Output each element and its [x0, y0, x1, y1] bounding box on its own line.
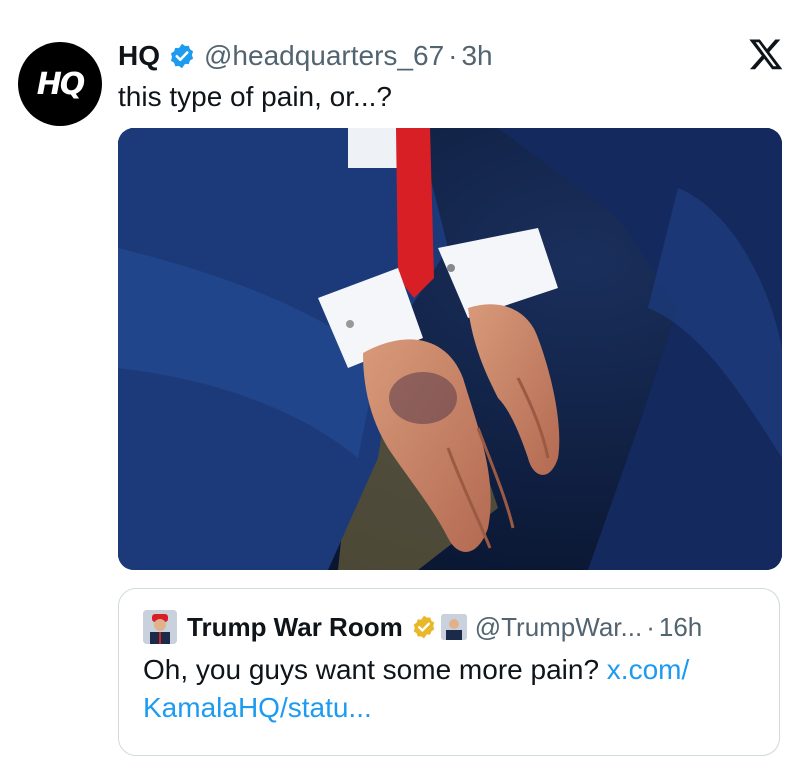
- verified-badge-icon: [170, 43, 194, 69]
- photo-hands-illustration: [118, 128, 782, 570]
- separator-dot: ·: [448, 40, 458, 71]
- tweet-timestamp[interactable]: 3h: [461, 40, 492, 72]
- tweet-photo[interactable]: [118, 128, 782, 570]
- gold-verified-badge-icon: [413, 615, 435, 639]
- quoted-link-part1[interactable]: x.com/: [607, 654, 689, 685]
- affiliation-badge-icon: [440, 614, 467, 640]
- quoted-link-part2[interactable]: KamalaHQ/statu...: [143, 692, 372, 723]
- hq-avatar[interactable]: HQ: [18, 42, 102, 126]
- quoted-author-name[interactable]: Trump War Room: [187, 612, 403, 643]
- tweet-header: HQ @headquarters_67 · 3h: [118, 36, 493, 76]
- author-name[interactable]: HQ: [118, 40, 160, 72]
- quoted-tweet-card[interactable]: Trump War Room @TrumpWar... · 16h Oh, yo…: [118, 588, 780, 756]
- quoted-tweet-text: Oh, you guys want some more pain? x.com/…: [143, 651, 763, 727]
- author-handle[interactable]: @headquarters_67: [204, 40, 444, 72]
- quoted-text-body: Oh, you guys want some more pain?: [143, 654, 600, 685]
- quoted-author-handle[interactable]: @TrumpWar...: [475, 612, 642, 643]
- x-logo-icon[interactable]: [748, 36, 784, 72]
- quoted-tweet-timestamp[interactable]: 16h: [659, 612, 702, 643]
- separator-dot: ·: [646, 611, 655, 642]
- quoted-tweet-header: Trump War Room @TrumpWar... · 16h: [143, 610, 702, 644]
- tweet-text: this type of pain, or...?: [118, 81, 392, 112]
- quoted-author-avatar[interactable]: [143, 610, 177, 644]
